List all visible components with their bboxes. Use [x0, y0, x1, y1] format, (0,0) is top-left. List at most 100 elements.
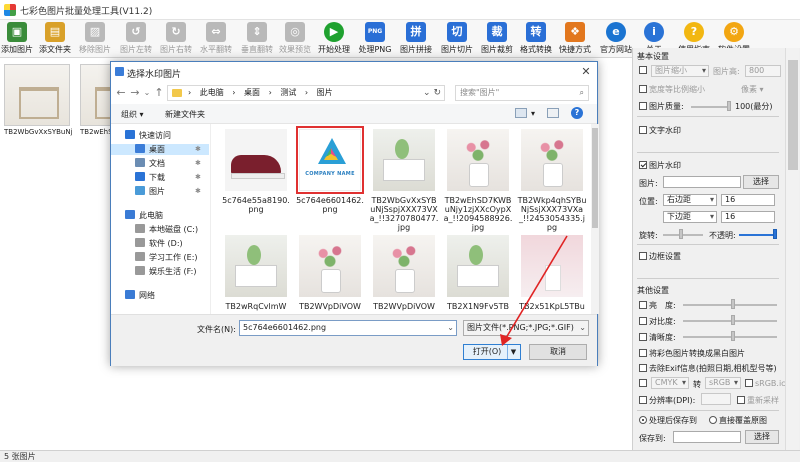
rotate-slider-handle[interactable] — [679, 229, 683, 239]
nav-item[interactable]: 娱乐生活 (F:) — [135, 266, 196, 277]
sharpness-slider[interactable] — [683, 336, 777, 338]
sharpness-slider-handle[interactable] — [731, 331, 735, 341]
opacity-slider-handle[interactable] — [773, 229, 777, 239]
filename-input[interactable]: 5c764e6601462.png ⌄ — [239, 320, 457, 336]
resample-checkbox[interactable] — [737, 396, 745, 404]
nav-item[interactable]: 图片 — [135, 186, 165, 197]
image-merge-button[interactable]: 拼图片拼接 — [396, 21, 436, 57]
vertical-margin-input[interactable]: 16 — [721, 211, 775, 223]
scrollbar-thumb[interactable] — [592, 128, 598, 228]
quality-slider-handle[interactable] — [727, 101, 731, 111]
file-item[interactable]: TB2WVpDiVOW — [295, 232, 365, 311]
image-watermark-option[interactable]: 图片水印 — [639, 160, 681, 171]
file-item[interactable]: TB2X1N9Fv5TB — [443, 232, 513, 311]
exif-checkbox[interactable] — [639, 364, 647, 372]
up-arrow-icon[interactable]: ↑ — [153, 87, 165, 99]
back-arrow-icon[interactable]: ← — [115, 87, 127, 99]
forward-arrow-icon[interactable]: → — [129, 87, 141, 99]
overwrite-option[interactable]: 直接覆盖原图 — [709, 415, 767, 426]
organize-menu[interactable]: 组织 ▾ — [121, 109, 144, 120]
brightness-option[interactable]: 亮 度: — [639, 300, 676, 311]
file-item[interactable]: TB2wRqCvlmW — [221, 232, 291, 311]
preview-pane-icon[interactable] — [547, 108, 559, 118]
horizontal-margin-input[interactable]: 16 — [721, 194, 775, 206]
chevron-down-icon[interactable]: ▾ — [531, 109, 535, 118]
breadcrumb-item[interactable]: 测试 — [280, 88, 296, 97]
file-item[interactable]: TB2wEhSD7KWBuNjy1zjXXcOypXa_!!2094588926… — [443, 126, 513, 232]
breadcrumb-item[interactable]: 桌面 — [244, 88, 260, 97]
add-folder-button[interactable]: ▤ 添文件夹 — [36, 21, 74, 57]
rotate-left-button[interactable]: ↺ 图片左转 — [116, 21, 156, 57]
contrast-slider-handle[interactable] — [731, 315, 735, 325]
scale-select[interactable]: 图片缩小 — [651, 65, 709, 77]
image-crop-button[interactable]: 裁图片裁剪 — [478, 21, 516, 57]
website-button[interactable]: e 官方网站 — [596, 21, 636, 57]
save-to-input[interactable] — [673, 431, 741, 443]
open-dropdown-icon[interactable]: ▼ — [507, 345, 519, 359]
border-checkbox[interactable] — [639, 252, 647, 260]
border-option[interactable]: 边框设置 — [639, 251, 681, 262]
save-to-select-button[interactable]: 选择 — [745, 430, 779, 444]
color-convert-option[interactable] — [639, 379, 649, 388]
file-item[interactable]: TB2Wkp4qhSYBuNjSsjXXX73VXa_!!2453054335.… — [517, 126, 587, 232]
opacity-slider[interactable] — [739, 234, 777, 236]
file-list-scrollbar[interactable] — [591, 124, 599, 314]
nav-item[interactable]: 本地磁盘 (C:) — [135, 224, 198, 235]
source-colorspace-select[interactable]: CMYK — [651, 377, 689, 389]
view-mode-icon[interactable] — [515, 108, 527, 118]
settings-scrollbar[interactable] — [785, 48, 799, 450]
flip-horizontal-button[interactable]: ⇔ 水平翻转 — [196, 21, 236, 57]
text-watermark-option[interactable]: 文字水印 — [639, 125, 681, 136]
image-watermark-checkbox[interactable] — [639, 161, 647, 169]
sharpness-checkbox[interactable] — [639, 333, 647, 341]
nav-item[interactable]: 软件 (D:) — [135, 238, 183, 249]
chevron-down-icon[interactable]: ⌄ — [141, 87, 153, 99]
scale-option[interactable] — [639, 66, 649, 75]
filetype-select[interactable]: 图片文件(*.PNG;*.JPG;*.GIF) ⌄ — [463, 320, 589, 336]
breadcrumb-item[interactable]: 图片 — [317, 88, 333, 97]
color-convert-checkbox[interactable] — [639, 379, 647, 387]
contrast-checkbox[interactable] — [639, 317, 647, 325]
text-watermark-checkbox[interactable] — [639, 126, 647, 134]
vertical-margin-select[interactable]: 下边距 — [663, 211, 717, 223]
overwrite-radio[interactable] — [709, 416, 717, 424]
dpi-checkbox[interactable] — [639, 396, 647, 404]
exif-option[interactable]: 去除Exif信息(拍照日期,相机型号等) — [639, 363, 777, 374]
brightness-checkbox[interactable] — [639, 301, 647, 309]
nav-item[interactable]: 下载 — [135, 172, 165, 183]
nav-item[interactable]: 学习工作 (E:) — [135, 252, 198, 263]
unit-select[interactable]: 像素 ▾ — [741, 84, 764, 95]
watermark-image-input[interactable] — [663, 176, 741, 188]
nav-item[interactable]: 快速访问 — [125, 130, 171, 141]
ratio-checkbox[interactable] — [639, 85, 647, 93]
close-icon[interactable]: ✕ — [579, 65, 593, 79]
grayscale-option[interactable]: 将彩色图片转换成黑白图片 — [639, 348, 745, 359]
brightness-slider[interactable] — [683, 304, 777, 306]
grayscale-checkbox[interactable] — [639, 349, 647, 357]
flip-vertical-button[interactable]: ⇕ 垂直翻转 — [238, 21, 276, 57]
nav-item[interactable]: 此电脑 — [125, 210, 163, 221]
breadcrumb-item[interactable]: 此电脑 — [200, 88, 224, 97]
save-after-option[interactable]: 处理后保存到 — [639, 415, 697, 426]
file-item[interactable]: COMPANY NAME 5c764e6601462.png — [295, 126, 365, 214]
preview-button[interactable]: ◎ 效果预览 — [278, 21, 312, 57]
image-thumbnail[interactable]: TB2WbGvXxSYBuNjS... — [4, 64, 72, 136]
add-image-button[interactable]: ▣ 添加图片 — [0, 21, 34, 57]
dpi-input[interactable] — [701, 393, 731, 405]
cancel-button[interactable]: 取消 — [529, 344, 587, 360]
file-item[interactable]: TB2WbGvXxSYBuNjSspjXXX73VXa_!!3270780477… — [369, 126, 439, 232]
resample-option[interactable]: 重新采样 — [737, 395, 779, 406]
file-list[interactable]: 5c764e55a8190.png COMPANY NAME 5c764e66014… — [221, 124, 591, 314]
sharpness-option[interactable]: 清晰度: — [639, 332, 676, 343]
format-convert-button[interactable]: 转格式转换 — [518, 21, 554, 57]
contrast-option[interactable]: 对比度: — [639, 316, 676, 327]
height-input[interactable]: 800 — [745, 65, 781, 77]
horizontal-margin-select[interactable]: 右边距 — [663, 194, 717, 206]
nav-item[interactable]: 文档 — [135, 158, 165, 169]
search-input[interactable]: 搜索"图片" ⌕ — [455, 85, 589, 101]
process-png-button[interactable]: PNG 处理PNG — [356, 21, 394, 57]
brightness-slider-handle[interactable] — [731, 299, 735, 309]
quality-checkbox[interactable] — [639, 102, 647, 110]
nav-item[interactable]: 网络 — [125, 290, 155, 301]
icc-profile-option[interactable]: sRGB.icc — [745, 379, 790, 388]
